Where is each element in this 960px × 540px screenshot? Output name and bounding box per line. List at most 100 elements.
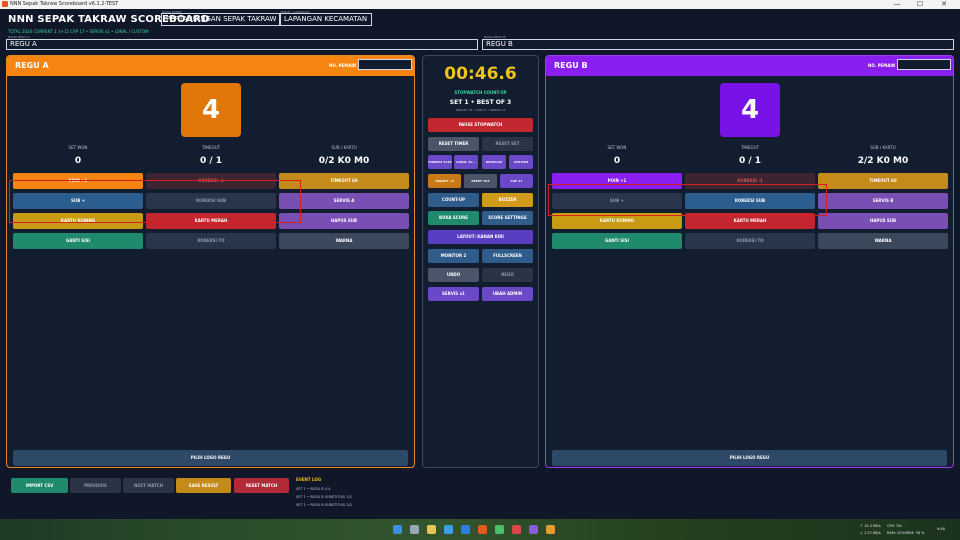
next-match-button[interactable]: NEXT MATCH [123,478,174,493]
set-info: SET 1 • BEST OF 3 [449,99,512,106]
team-a-title: REGU A [15,61,49,70]
count-up-button[interactable]: COUNT-UP [428,193,479,207]
mem-usage: MEM: 38 % [905,531,925,535]
team-a-sub-value: 0/2 K0 M0 [318,156,370,166]
cap-button[interactable]: CAP 17 [500,174,533,188]
app-window: NNN Sepak Takraw Scoreboard v6.1.2-TEST … [0,0,960,540]
store-icon[interactable] [461,525,470,534]
monitor-button[interactable]: MONITOR 2 [428,249,479,263]
layout-button[interactable]: LAYOUT: KANAN KIRI [428,230,533,244]
reset-timer-button[interactable]: RESET TIMER [428,137,479,151]
format-3x15-button[interactable]: FORMAT 3x15 [428,155,452,169]
servis-x1-button[interactable]: SERVIS x1 [428,287,479,301]
set-sub-info: TARGET 15 • CAP 17 • SERVIS x1 [455,108,506,112]
team-a-timeout-value: 0 / 1 [199,156,223,166]
team-a-name-field[interactable]: REGU A [6,39,478,50]
pause-stopwatch-button[interactable]: PAUSE STOPWATCH [428,118,533,132]
app-icon[interactable] [512,525,521,534]
venue-name-field[interactable]: LAPANGAN KECAMATAN [279,13,373,26]
event-log-entry: SET 1 • REGU B SUBSTITUSI 2/2 [296,503,352,507]
target-button[interactable]: TARGET +5 [428,174,461,188]
folder-icon[interactable] [427,525,436,534]
event-log-entry: SET 1 • REGU B 4-4 [296,487,331,491]
team-a-set-won-value: 0 [74,156,82,166]
app-icon[interactable] [478,525,487,534]
clock: 9:48 [937,527,945,531]
team-a-sub-caption: SUB / KARTU [331,145,357,150]
team-a-player-caption: NO. PEMAIN [329,63,357,68]
team-a-player-input[interactable] [358,59,412,70]
buka-score-button[interactable]: BUKA SCORE [428,211,479,225]
reset-target-button[interactable]: RESET TGT [464,174,497,188]
team-b-set-won-value: 0 [613,156,621,166]
team-b-score: 4 [720,83,780,137]
team-b-player-caption: NO. PEMAIN [868,63,896,68]
os-taskbar: ↑ 15.4 KB/s ↓ 1.27 KB/s CPU: 5% RAM: 20%… [0,519,960,540]
save-result-button[interactable]: SAVE RESULT [176,478,231,493]
undo-button[interactable]: UNDO [428,268,479,282]
team-b-player-input[interactable] [897,59,951,70]
net-down: ↓ 1.27 KB/s [860,531,881,535]
ubah-admin-button[interactable]: UBAH ADMIN [482,287,533,301]
team-b-sub-value: 2/2 K0 M0 [857,156,909,166]
minimize-button[interactable]: — [888,0,906,9]
search-icon[interactable] [410,525,419,534]
ram-usage: RAM: 20% [887,531,905,535]
redo-button[interactable]: REDO [482,268,533,282]
team-b-hapus-sub-button[interactable]: HAPUS SUB [818,213,948,229]
timer-mode: STOPWATCH COUNT-UP [454,90,507,95]
center-control-panel: 00:46.6 STOPWATCH COUNT-UP SET 1 • BEST … [422,55,539,468]
reset-match-button[interactable]: RESET MATCH [234,478,289,493]
highlight-box [548,184,827,216]
score-settings-button[interactable]: SCORE SETTINGS [482,211,533,225]
event-log-title: EVENT LOG [296,477,322,482]
browser-icon[interactable] [444,525,453,534]
team-b-logo-button[interactable]: PILIH LOGO REGU [552,450,947,466]
format-lokal-button[interactable]: LOKAL 3x... [454,155,478,169]
team-b-set-won-caption: SET WON [607,145,627,150]
team-b-name-field[interactable]: REGU B [482,39,954,50]
app-icon [2,1,8,7]
team-a-panel: REGU A NO. PEMAIN 4 SET WON 0 TIMEOUT 0 … [6,55,415,468]
team-a-koreksi-to-button[interactable]: KOREKSI TO [146,233,276,249]
net-up: ↑ 15.4 KB/s [860,524,881,528]
team-a-ganti-sisi-button[interactable]: GANTI SISI [13,233,143,249]
app-icon[interactable] [529,525,538,534]
previous-button[interactable]: PREVIOUS [70,478,121,493]
team-b-header: REGU B NO. PEMAIN [546,56,953,76]
match-timer: 00:46.6 [444,64,517,84]
import-csv-button[interactable]: IMPORT CSV [11,478,68,493]
team-a-header: REGU A NO. PEMAIN [7,56,414,76]
team-b-servis-button[interactable]: SERVIS B [818,193,948,209]
buzzer-button[interactable]: BUZZER [482,193,533,207]
format-summary: TOTAL 2026 CORRENT 1 3+15 CAP 17 • SERVI… [8,29,149,34]
team-b-timeout-value: 0 / 1 [738,156,762,166]
fullscreen-button[interactable]: FULLSCREEN [482,249,533,263]
team-b-panel: REGU B NO. PEMAIN 4 SET WON 0 TIMEOUT 0 … [545,55,954,468]
reset-set-button[interactable]: RESET SET [482,137,533,151]
team-b-timeout-button[interactable]: TIMEOUT 60 [818,173,948,189]
custom-button[interactable]: CUSTOM [509,155,533,169]
event-log-entry: SET 1 • REGU B SUBSTITUSI 1/2 [296,495,352,499]
team-a-logo-button[interactable]: PILIH LOGO REGU [13,450,408,466]
team-a-timeout-caption: TIMEOUT [201,145,221,150]
team-a-set-won-caption: SET WON [68,145,88,150]
team-b-warna-button[interactable]: WARNA [818,233,948,249]
team-b-ganti-sisi-button[interactable]: GANTI SISI [552,233,682,249]
highlight-box [9,180,301,223]
app-icon[interactable] [546,525,555,534]
window-titlebar: NNN Sepak Takraw Scoreboard v6.1.2-TEST … [0,0,960,9]
close-button[interactable]: ✕ [935,0,953,9]
team-b-sub-caption: SUB / KARTU [870,145,896,150]
regular-button[interactable]: REGULAR [482,155,506,169]
maximize-button[interactable]: ☐ [911,0,929,9]
event-name-field[interactable]: PERTANDINGAN SEPAK TAKRAW [161,13,282,26]
window-title: NNN Sepak Takraw Scoreboard v6.1.2-TEST [10,1,119,7]
team-a-warna-button[interactable]: WARNA [279,233,409,249]
team-b-timeout-caption: TIMEOUT [740,145,760,150]
team-a-score: 4 [181,83,241,137]
app-icon[interactable] [495,525,504,534]
team-b-koreksi-to-button[interactable]: KOREKSI TO [685,233,815,249]
cpu-usage: CPU: 5% [887,524,902,528]
start-icon[interactable] [393,525,402,534]
